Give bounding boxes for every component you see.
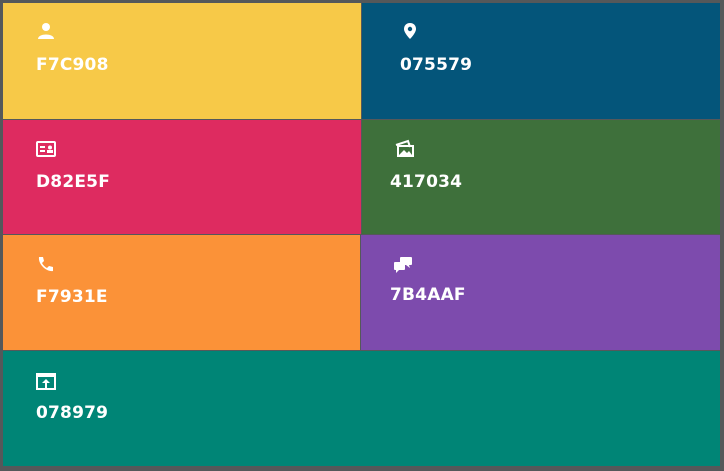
user-icon — [36, 22, 56, 40]
tile-pink[interactable]: D82E5F — [3, 120, 361, 234]
tile-label: 417034 — [390, 172, 463, 192]
chat-bubbles-icon — [393, 256, 413, 274]
photos-icon — [394, 139, 414, 157]
tile-label: F7C908 — [36, 55, 109, 75]
tile-label: 078979 — [36, 403, 109, 423]
tile-yellow[interactable]: F7C908 — [3, 3, 361, 119]
phone-icon — [36, 255, 56, 273]
tile-label: D82E5F — [36, 172, 111, 192]
tile-grid: F7C908 075579 D82E5F 417034 F7931E 7B4AA… — [0, 0, 724, 471]
tile-green[interactable]: 417034 — [362, 120, 720, 234]
tile-label: F7931E — [36, 287, 108, 307]
tile-teal[interactable]: 078979 — [3, 351, 720, 466]
map-pin-icon — [400, 22, 420, 40]
tile-purple[interactable]: 7B4AAF — [361, 235, 720, 350]
tile-blue[interactable]: 075579 — [362, 3, 720, 119]
id-card-icon — [36, 140, 56, 158]
share-upload-icon — [36, 372, 56, 390]
tile-label: 7B4AAF — [390, 285, 466, 305]
tile-label: 075579 — [400, 55, 473, 75]
tile-orange[interactable]: F7931E — [3, 235, 360, 350]
